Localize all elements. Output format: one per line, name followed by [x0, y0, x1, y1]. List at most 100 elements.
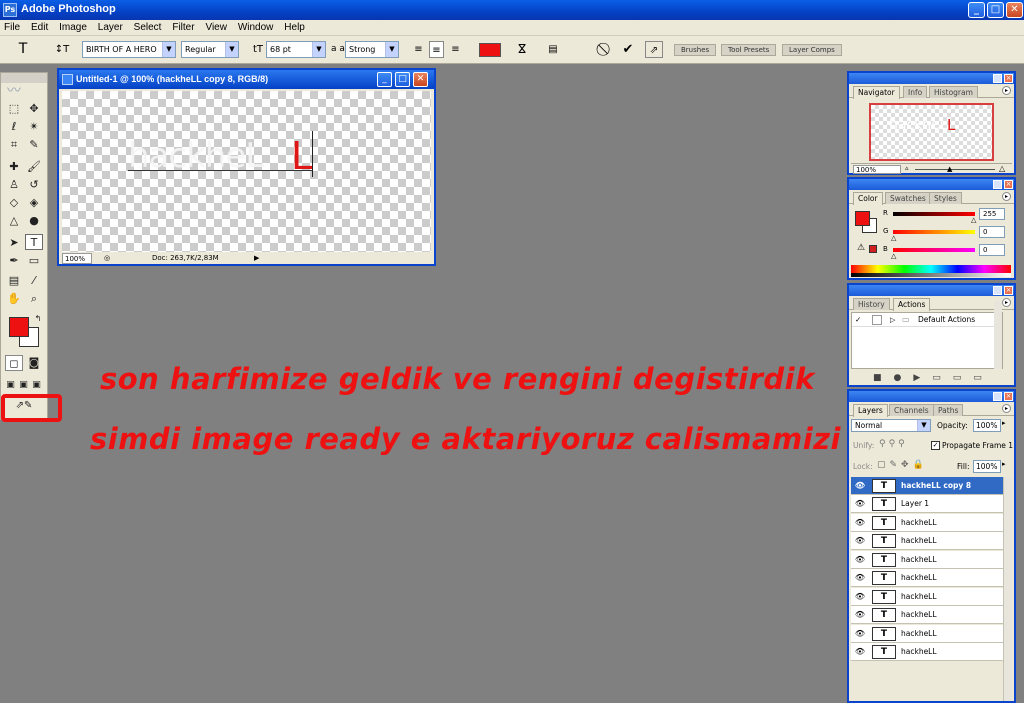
- palette-menu-icon[interactable]: ▸: [1002, 86, 1011, 95]
- eye-icon[interactable]: 👁: [853, 588, 867, 606]
- table-row[interactable]: 👁 ThackheLL: [851, 643, 1003, 661]
- tab-styles[interactable]: Styles: [929, 192, 962, 204]
- menu-help[interactable]: Help: [280, 20, 309, 33]
- swap-colors-icon[interactable]: ↰: [29, 311, 47, 327]
- color-ramp[interactable]: [851, 265, 1011, 277]
- menu-view[interactable]: View: [201, 20, 231, 33]
- eye-icon[interactable]: 👁: [853, 514, 867, 532]
- palette-close-button[interactable]: ×: [1004, 286, 1013, 295]
- eraser-tool-icon[interactable]: ◇: [5, 195, 23, 211]
- table-row[interactable]: 👁 ThackheLL: [851, 514, 1003, 532]
- tab-paths[interactable]: Paths: [933, 404, 964, 416]
- palette-close-button[interactable]: ×: [1004, 180, 1013, 189]
- foreground-color-swatch[interactable]: [9, 317, 29, 337]
- blend-mode-select[interactable]: Normal ▼: [851, 419, 931, 432]
- notes-tool-icon[interactable]: ▤: [5, 273, 23, 289]
- value-r-field[interactable]: 255: [979, 208, 1005, 220]
- doc-maximize-button[interactable]: □: [395, 72, 410, 87]
- palette-close-button[interactable]: ×: [1004, 74, 1013, 83]
- tab-histogram[interactable]: Histogram: [929, 86, 978, 98]
- eye-icon[interactable]: 👁: [853, 495, 867, 513]
- palette-menu-icon[interactable]: ▸: [1002, 192, 1011, 201]
- zoom-in-icon[interactable]: △: [999, 164, 1005, 173]
- cancel-edit-icon[interactable]: ⃠: [598, 41, 614, 58]
- screen-mode-standard-icon[interactable]: ▣: [4, 377, 17, 393]
- eye-icon[interactable]: 👁: [853, 532, 867, 550]
- canvas[interactable]: hackheL L: [62, 91, 431, 252]
- expand-icon[interactable]: ▷: [890, 313, 895, 327]
- slider-g-handle[interactable]: △: [891, 234, 896, 242]
- actions-controls[interactable]: ■●▶▭▭▭: [873, 373, 994, 383]
- go-to-imageready-icon[interactable]: ⇗: [645, 41, 663, 58]
- menu-select[interactable]: Select: [130, 20, 166, 33]
- crop-tool-icon[interactable]: ⌗: [5, 137, 23, 153]
- screen-mode-menu-icon[interactable]: ▣: [17, 377, 30, 393]
- zoom-slider-handle[interactable]: ▲: [947, 165, 952, 173]
- zoom-tool-icon[interactable]: ⌕: [25, 291, 43, 307]
- doc-close-button[interactable]: ✕: [413, 72, 428, 87]
- table-row[interactable]: 👁 ThackheLL: [851, 532, 1003, 550]
- tab-layers[interactable]: Layers: [853, 404, 888, 417]
- lasso-tool-icon[interactable]: ℓ: [5, 119, 23, 135]
- minimize-button[interactable]: _: [968, 2, 985, 18]
- clone-stamp-icon[interactable]: ♙: [5, 177, 23, 193]
- brush-tool-icon[interactable]: 🖌: [25, 159, 43, 175]
- well-tab-tool-presets[interactable]: Tool Presets: [721, 44, 777, 56]
- tab-channels[interactable]: Channels: [889, 404, 934, 416]
- zoom-slider[interactable]: [915, 169, 995, 170]
- menu-image[interactable]: Image: [55, 20, 91, 33]
- slider-b[interactable]: [893, 248, 975, 252]
- fill-arrow-icon[interactable]: ▸: [1002, 460, 1006, 468]
- screen-mode-full-icon[interactable]: ▣: [30, 377, 43, 393]
- tab-actions[interactable]: Actions: [893, 298, 931, 311]
- list-item[interactable]: ✓ ▷ ▭ Default Actions: [852, 313, 1002, 327]
- tab-history[interactable]: History: [853, 298, 890, 310]
- eye-icon[interactable]: 👁: [853, 606, 867, 624]
- anti-alias-select[interactable]: Strong ▼: [345, 41, 399, 58]
- palette-minimize-button[interactable]: [993, 392, 1002, 401]
- font-style-select[interactable]: Regular ▼: [181, 41, 239, 58]
- type-tool-icon[interactable]: T: [25, 234, 43, 250]
- opacity-field[interactable]: 100%: [973, 419, 1001, 432]
- zoom-out-icon[interactable]: ▵: [905, 164, 909, 172]
- palette-close-button[interactable]: ×: [1004, 392, 1013, 401]
- blur-tool-icon[interactable]: △: [5, 213, 23, 229]
- palettes-toggle-icon[interactable]: ▤: [545, 41, 561, 58]
- healing-brush-icon[interactable]: ✚: [5, 159, 23, 175]
- gamut-warning-icon[interactable]: ⚠: [857, 243, 865, 253]
- standard-mode-icon[interactable]: ◻: [5, 355, 23, 371]
- eye-icon[interactable]: 👁: [853, 569, 867, 587]
- table-row[interactable]: 👁 ThackheLL: [851, 625, 1003, 643]
- scrollbar[interactable]: [994, 301, 1002, 369]
- font-size-select[interactable]: 68 pt ▼: [266, 41, 326, 58]
- history-brush-icon[interactable]: ↺: [25, 177, 43, 193]
- move-tool-icon[interactable]: ✥: [25, 101, 43, 117]
- layers-scrollbar[interactable]: [1003, 477, 1012, 701]
- text-color-swatch[interactable]: [479, 43, 501, 57]
- warp-text-icon[interactable]: ⴵ: [514, 41, 530, 58]
- menu-edit[interactable]: Edit: [27, 20, 52, 33]
- opacity-arrow-icon[interactable]: ▸: [1002, 419, 1006, 427]
- navigator-preview[interactable]: hackheL L: [869, 103, 994, 161]
- menu-filter[interactable]: Filter: [168, 20, 198, 33]
- tab-navigator[interactable]: Navigator: [853, 86, 900, 99]
- value-g-field[interactable]: 0: [979, 226, 1005, 238]
- table-row[interactable]: 👁 ThackheLL copy 8: [851, 477, 1003, 495]
- slider-r-handle[interactable]: △: [971, 216, 976, 224]
- status-arrow-icon[interactable]: ▶: [254, 253, 259, 264]
- eye-icon[interactable]: 👁: [853, 551, 867, 569]
- eyedropper-icon[interactable]: ⁄: [25, 273, 43, 289]
- palette-menu-icon[interactable]: ▸: [1002, 404, 1011, 413]
- close-button[interactable]: ✕: [1006, 2, 1023, 18]
- value-b-field[interactable]: 0: [979, 244, 1005, 256]
- maximize-button[interactable]: □: [987, 2, 1004, 18]
- dodge-tool-icon[interactable]: ●: [25, 213, 43, 229]
- navigator-zoom-field[interactable]: 100%: [853, 165, 901, 174]
- paint-bucket-icon[interactable]: ◈: [25, 195, 43, 211]
- palette-minimize-button[interactable]: [993, 180, 1002, 189]
- table-row[interactable]: 👁 ThackheLL: [851, 606, 1003, 624]
- palette-minimize-button[interactable]: [993, 286, 1002, 295]
- table-row[interactable]: 👁 T Layer 1: [851, 495, 1003, 513]
- table-row[interactable]: 👁 ThackheLL: [851, 569, 1003, 587]
- path-selection-icon[interactable]: ➤: [5, 235, 23, 251]
